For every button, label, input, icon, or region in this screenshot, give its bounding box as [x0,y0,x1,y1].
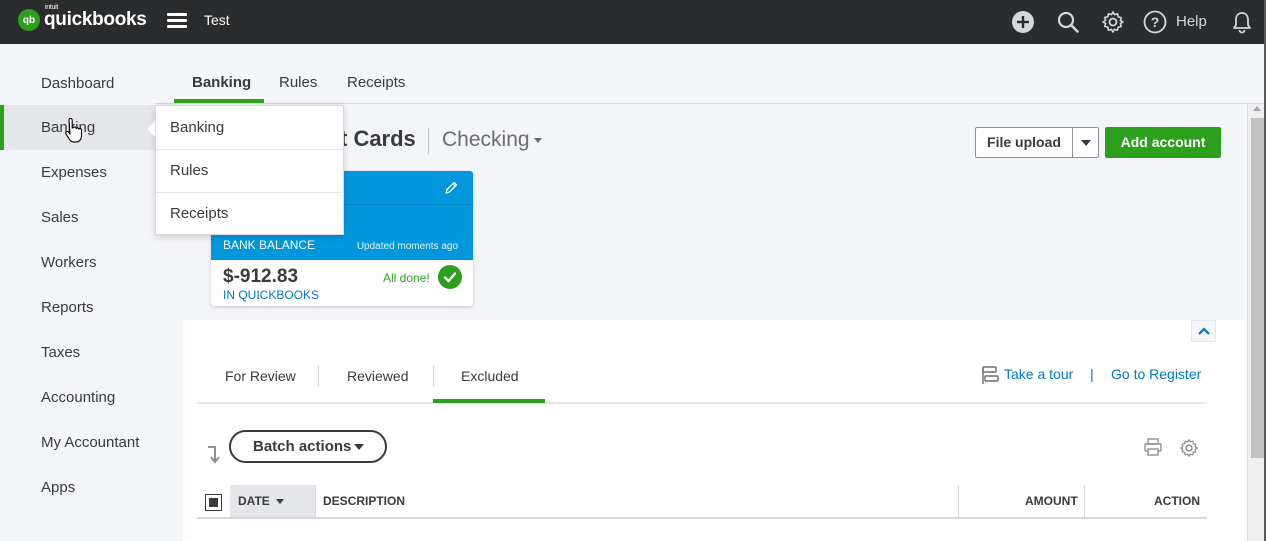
help-circle-icon[interactable]: ? [1141,8,1169,36]
gear-icon[interactable] [1099,8,1127,36]
nav-item-accounting[interactable]: Accounting [0,375,156,420]
account-selector-label: Checking [442,128,530,151]
active-tab-indicator [174,99,264,103]
tab-banking[interactable]: Banking [192,74,251,91]
tour-icon[interactable] [980,365,1000,385]
hand-cursor-icon [64,117,83,144]
tab-rules[interactable]: Rules [279,74,317,91]
file-upload-button[interactable]: File upload [975,127,1073,158]
batch-actions-label: Batch actions [253,438,352,455]
help-label[interactable]: Help [1176,13,1207,30]
chevron-down-icon [533,137,542,143]
sort-caret-icon [276,499,285,505]
bank-balance-label: BANK BALANCE [223,238,316,252]
hamburger-menu-icon[interactable] [167,13,187,29]
chevron-up-icon [1197,327,1210,335]
tab-receipts[interactable]: Receipts [347,74,405,91]
search-icon[interactable] [1054,8,1082,36]
nav-item-workers[interactable]: Workers [0,240,156,285]
checkmark-icon [438,265,462,289]
bell-icon[interactable] [1228,8,1256,36]
nav-item-taxes[interactable]: Taxes [0,330,156,375]
nav-item-my-accountant[interactable]: My Accountant [0,420,156,465]
add-account-button[interactable]: Add account [1105,127,1221,158]
transactions-table-header: DATE DESCRIPTION AMOUNT ACTION [197,485,1207,519]
collapse-button[interactable] [1191,320,1216,342]
in-quickbooks-label: IN QUICKBOOKS [223,288,320,302]
column-header-amount[interactable]: AMOUNT [1025,485,1078,517]
nav-item-reports[interactable]: Reports [0,285,156,330]
subtab-reviewed[interactable]: Reviewed [347,368,408,384]
table-settings-gear-icon[interactable] [1179,438,1199,458]
menu-item-rules[interactable]: Rules [156,149,343,192]
scroll-up-arrow-icon[interactable] [1253,106,1261,111]
caret-down-icon [354,444,364,450]
title-divider [428,128,429,154]
nav-item-dashboard[interactable]: Dashboard [0,61,156,106]
nav-item-apps[interactable]: Apps [0,465,156,510]
batch-actions-button[interactable]: Batch actions [229,430,387,463]
column-header-action: ACTION [1154,494,1200,508]
logo-wordmark: quickbooks [44,9,147,30]
chevron-down-icon [1080,139,1091,146]
scrollbar-thumb[interactable] [1251,118,1264,458]
quickbooks-logo[interactable]: qb intuit quickbooks [18,4,147,31]
take-a-tour-link[interactable]: Take a tour [1004,366,1073,382]
banking-flyout-menu: Banking Rules Receipts [155,105,344,235]
logo-badge: qb [18,9,40,31]
page-title: t Cards [340,126,416,151]
nav-item-sales[interactable]: Sales [0,195,156,240]
active-subtab-indicator [433,399,545,403]
logo-intuit: intuit [45,4,58,11]
logo-text: intuit quickbooks [44,4,147,31]
company-name: Test [204,12,230,28]
date-header-label: DATE [238,494,270,508]
updated-label: Updated moments ago [356,241,458,252]
go-to-register-link[interactable]: Go to Register [1111,366,1201,382]
column-header-date[interactable]: DATE [238,485,285,517]
status-text: All done! [383,271,430,285]
select-all-checkbox[interactable] [205,494,222,511]
banking-tabs: Banking Rules Receipts [156,44,1266,104]
qb-balance-amount: $-912.83 [223,266,299,287]
plus-circle-icon[interactable] [1009,8,1037,36]
svg-text:?: ? [1151,14,1160,30]
account-selector[interactable]: Checking [442,128,542,152]
file-upload-menu-button[interactable] [1072,127,1099,158]
menu-item-receipts[interactable]: Receipts [156,192,343,235]
top-bar: qb intuit quickbooks Test ? Help [0,0,1266,44]
nav-item-expenses[interactable]: Expenses [0,150,156,195]
menu-item-banking[interactable]: Banking [156,106,343,149]
subtabs-divider [197,402,1207,404]
subtab-excluded[interactable]: Excluded [461,368,519,384]
flyout-pointer [147,121,155,137]
subtab-for-review[interactable]: For Review [225,368,296,384]
sort-arrow-icon[interactable] [206,444,222,464]
column-header-description[interactable]: DESCRIPTION [323,485,405,517]
link-separator: | [1090,366,1094,382]
pencil-icon[interactable] [443,180,459,196]
print-icon[interactable] [1143,437,1163,457]
